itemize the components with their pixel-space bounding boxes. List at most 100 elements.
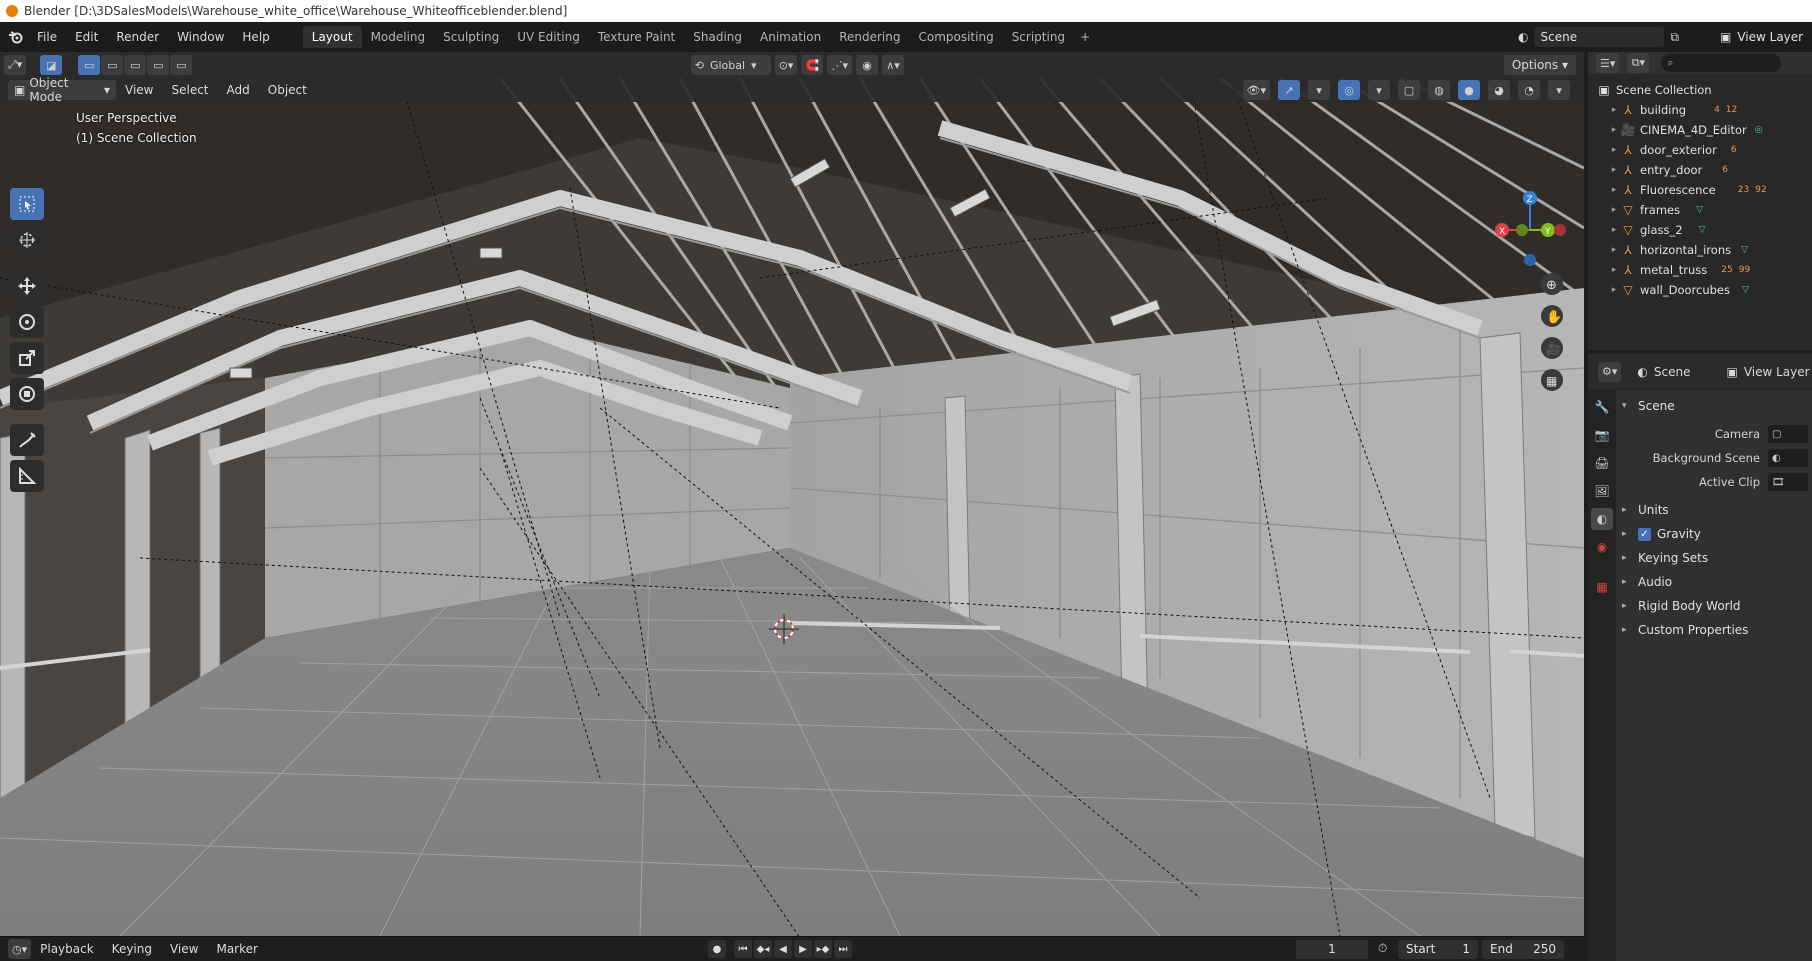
background-scene-field[interactable]: ◐ (1768, 449, 1808, 467)
proportional-falloff-button[interactable]: ∧▾ (882, 55, 904, 75)
timeline-menu-playback[interactable]: Playback (31, 938, 103, 960)
editor-type-button[interactable]: ⤢▾ (4, 55, 27, 75)
outliner-item[interactable]: ▸ ▽ frames ▽ (1588, 200, 1812, 220)
expand-arrow-icon[interactable]: ▸ (1608, 265, 1620, 275)
play-reverse-icon[interactable]: ◀ (774, 940, 792, 958)
expand-arrow-icon[interactable]: ▸ (1608, 285, 1620, 295)
viewport-menu-select[interactable]: Select (162, 79, 217, 101)
jump-end-icon[interactable]: ⏭ (834, 940, 852, 958)
select-box-tool[interactable] (10, 188, 44, 220)
menu-file[interactable]: File (28, 26, 66, 48)
menu-help[interactable]: Help (233, 26, 278, 48)
measure-tool[interactable] (10, 460, 44, 492)
outliner-editor-type[interactable]: ☰▾ (1596, 53, 1620, 73)
cursor-tool[interactable] (10, 224, 44, 256)
custom-properties-panel-header[interactable]: ▸ Custom Properties (1616, 618, 1812, 642)
move-tool[interactable] (10, 270, 44, 302)
scene-selector[interactable]: ◐ Scene ⧉ (1518, 26, 1713, 48)
tab-uv-editing[interactable]: UV Editing (508, 26, 589, 48)
annotate-tool[interactable] (10, 424, 44, 456)
stopwatch-icon[interactable]: ⏱ (1378, 941, 1387, 956)
scene-panel-header[interactable]: ▾ Scene (1616, 394, 1812, 418)
select-invert-button[interactable]: ▭ (170, 55, 193, 75)
new-scene-icon[interactable]: ⧉ (1670, 30, 1679, 45)
timeline-menu-marker[interactable]: Marker (207, 938, 266, 960)
blender-menu-icon[interactable] (4, 26, 28, 48)
tab-scripting[interactable]: Scripting (1003, 26, 1074, 48)
select-subtract-button[interactable]: ▭ (124, 55, 147, 75)
viewport-menu-object[interactable]: Object (259, 79, 316, 101)
keying-sets-panel-header[interactable]: ▸ Keying Sets (1616, 546, 1812, 570)
shading-dropdown-icon[interactable]: ▾ (1548, 80, 1570, 100)
snap-target-button[interactable]: ⋰▾ (827, 55, 852, 75)
camera-field[interactable]: ▢ (1768, 425, 1808, 443)
expand-arrow-icon[interactable]: ▸ (1608, 245, 1620, 255)
gizmo-toggle-icon[interactable]: ↗ (1278, 80, 1300, 100)
tab-texture-paint[interactable]: Texture Paint (589, 26, 684, 48)
properties-scene-label[interactable]: Scene (1654, 365, 1691, 379)
gravity-panel-header[interactable]: ▸ ✓ Gravity (1616, 522, 1812, 546)
tool-settings-icon[interactable]: 🔧 (1591, 396, 1613, 418)
timeline-menu-keying[interactable]: Keying (103, 938, 161, 960)
visibility-toggle-icon[interactable]: 👁▾ (1242, 80, 1270, 100)
outliner-item[interactable]: ▸ ▽ wall_Doorcubes ▽ (1588, 280, 1812, 300)
select-intersect-button[interactable]: ▭ (147, 55, 170, 75)
units-panel-header[interactable]: ▸ Units (1616, 498, 1812, 522)
properties-editor-type[interactable]: ⚙▾ (1598, 361, 1622, 382)
expand-arrow-icon[interactable]: ▸ (1608, 145, 1620, 155)
menu-render[interactable]: Render (107, 26, 168, 48)
expand-arrow-icon[interactable]: ▸ (1608, 225, 1620, 235)
navigation-gizmo[interactable]: Z X Y ⊕ ✋ 🎥 ▦ (1490, 184, 1570, 394)
tab-shading[interactable]: Shading (684, 26, 751, 48)
shading-rendered-icon[interactable]: ◔ (1518, 80, 1540, 100)
gravity-checkbox[interactable]: ✓ (1638, 527, 1651, 541)
tab-rendering[interactable]: Rendering (830, 26, 909, 48)
display-mode-button[interactable]: ⧉▾ (1627, 53, 1650, 73)
timeline-editor-type[interactable]: ◷▾ (8, 939, 32, 959)
outliner-item[interactable]: ▸ ⅄ Fluorescence 23 92 (1588, 180, 1812, 200)
scene-name-field[interactable]: Scene (1534, 27, 1665, 47)
outliner-item[interactable]: ▸ ⅄ entry_door 6 (1588, 160, 1812, 180)
view-layer-selector[interactable]: ▣ View Layer (1720, 26, 1803, 48)
render-props-icon[interactable]: 📷 (1591, 424, 1613, 446)
outliner-item[interactable]: ▸ ⅄ metal_truss 25 99 (1588, 260, 1812, 280)
3d-viewport[interactable]: User Perspective (1) Scene Collection Z … (0, 78, 1584, 936)
menu-window[interactable]: Window (168, 26, 233, 48)
world-props-icon[interactable]: ◉ (1591, 536, 1613, 558)
shading-material-icon[interactable]: ◕ (1488, 80, 1510, 100)
tab-sculpting[interactable]: Sculpting (434, 26, 508, 48)
proportional-edit-button[interactable]: ◉ (856, 55, 878, 75)
rotate-tool[interactable] (10, 306, 44, 338)
scene-props-icon[interactable]: ◐ (1591, 508, 1613, 530)
audio-panel-header[interactable]: ▸ Audio (1616, 570, 1812, 594)
start-frame-field[interactable]: Start 1 (1398, 940, 1478, 959)
outliner-item[interactable]: ▸ 🎥 CINEMA_4D_Editor ◎ (1588, 120, 1812, 140)
pivot-point-button[interactable]: ⊙▾ (774, 55, 798, 75)
tab-compositing[interactable]: Compositing (909, 26, 1002, 48)
viewport-menu-view[interactable]: View (116, 79, 162, 101)
outliner-item[interactable]: ▸ ⅄ building 4 12 (1588, 100, 1812, 120)
select-extend-button[interactable]: ▭ (101, 55, 124, 75)
shading-solid-icon[interactable]: ● (1458, 80, 1480, 100)
tab-modeling[interactable]: Modeling (362, 26, 435, 48)
outliner-item[interactable]: ▸ ⅄ door_exterior 6 (1588, 140, 1812, 160)
scale-tool[interactable] (10, 342, 44, 374)
transform-orientation-dropdown[interactable]: ⟲ Global ▾ (690, 55, 771, 75)
select-mode-button[interactable]: ◪ (40, 55, 63, 75)
overlay-toggle-icon[interactable]: ◎ (1338, 80, 1360, 100)
output-props-icon[interactable]: 🖨 (1591, 452, 1613, 474)
outliner-item[interactable]: ▸ ⅄ horizontal_irons ▽ (1588, 240, 1812, 260)
expand-arrow-icon[interactable]: ▸ (1608, 105, 1620, 115)
outliner-search-input[interactable]: ⌕ (1661, 54, 1782, 72)
view-layer-name[interactable]: View Layer (1737, 30, 1803, 44)
object-mode-dropdown[interactable]: ▣ Object Mode ▾ (8, 76, 116, 104)
options-dropdown[interactable]: Options ▾ (1503, 55, 1576, 75)
transform-tool[interactable] (10, 378, 44, 410)
gizmo-dropdown-icon[interactable]: ▾ (1308, 80, 1330, 100)
expand-arrow-icon[interactable]: ▸ (1608, 165, 1620, 175)
current-frame-field[interactable]: 1 (1296, 940, 1368, 959)
timeline-menu-view[interactable]: View (161, 938, 207, 960)
overlay-dropdown-icon[interactable]: ▾ (1368, 80, 1390, 100)
expand-arrow-icon[interactable]: ▸ (1608, 185, 1620, 195)
end-frame-field[interactable]: End 250 (1482, 940, 1564, 959)
